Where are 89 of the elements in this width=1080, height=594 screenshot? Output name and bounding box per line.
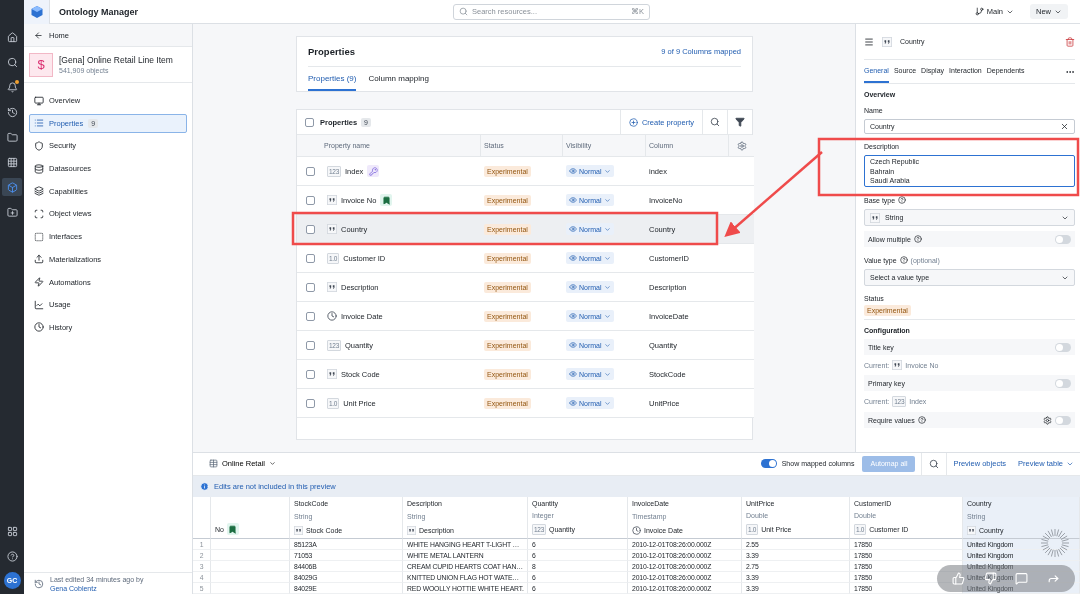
clock-icon	[632, 526, 641, 535]
info-icon	[200, 481, 209, 491]
row-checkbox[interactable]	[306, 369, 315, 379]
app-title: Ontology Manager	[59, 6, 139, 17]
thumbs-up-icon[interactable]	[952, 572, 966, 585]
cube-logo-icon[interactable]	[29, 4, 44, 19]
caret-icon	[603, 254, 611, 262]
row-checkbox[interactable]	[306, 253, 315, 263]
monitor-icon	[34, 95, 44, 106]
shield-icon	[34, 140, 44, 151]
eye-icon	[569, 225, 577, 233]
quote-icon	[327, 369, 337, 379]
delete-icon[interactable]	[1065, 36, 1075, 47]
layers-icon	[34, 186, 44, 197]
plus-icon	[628, 117, 638, 127]
table-icon	[209, 459, 218, 469]
upload-icon	[34, 254, 44, 265]
line-chart-icon	[34, 299, 44, 310]
quote-icon	[892, 360, 903, 370]
row-checkbox[interactable]	[306, 340, 315, 350]
row-checkbox[interactable]	[306, 398, 315, 408]
toggle-switch[interactable]	[1055, 342, 1071, 352]
help-icon[interactable]	[913, 235, 922, 243]
eye-icon	[569, 167, 577, 175]
quote-icon	[327, 224, 337, 234]
caret-icon	[603, 312, 611, 320]
quote-icon	[870, 212, 880, 223]
settings-icon[interactable]	[736, 140, 747, 151]
eye-icon	[569, 312, 577, 320]
toggle-switch[interactable]	[760, 459, 777, 469]
list-icon	[34, 118, 44, 129]
quote-icon	[882, 36, 892, 47]
row-checkbox[interactable]	[306, 224, 315, 234]
page-heading: Properties	[308, 46, 355, 57]
eye-icon	[569, 283, 577, 291]
row-checkbox[interactable]	[306, 311, 315, 321]
comment-icon[interactable]	[1015, 572, 1029, 585]
search-icon	[459, 7, 468, 16]
caret-icon	[603, 399, 611, 407]
caret-icon	[603, 167, 611, 175]
caret-icon	[268, 460, 276, 468]
toggle-switch[interactable]	[1055, 415, 1071, 425]
eye-icon	[569, 196, 577, 204]
object-type-icon: $	[29, 52, 53, 77]
dashed-square-icon	[34, 231, 44, 242]
back-arrow-icon	[34, 30, 43, 40]
eye-icon	[569, 370, 577, 378]
quote-icon	[967, 526, 976, 535]
row-checkbox[interactable]	[306, 282, 315, 292]
quote-icon	[327, 282, 337, 292]
quote-icon	[327, 195, 337, 205]
search-icon	[929, 458, 940, 469]
toggle-switch[interactable]	[1055, 234, 1071, 244]
quote-icon	[407, 526, 416, 535]
help-icon[interactable]	[899, 256, 908, 264]
caret-icon	[603, 370, 611, 378]
eye-icon	[569, 341, 577, 349]
help-icon[interactable]	[898, 196, 907, 204]
database-icon	[34, 163, 44, 174]
search-icon	[710, 117, 720, 127]
cube-icon[interactable]	[2, 178, 22, 196]
clear-icon[interactable]	[1060, 122, 1069, 131]
select-all-checkbox[interactable]	[305, 117, 314, 127]
loading-spinner-icon	[1040, 528, 1070, 558]
settings-icon[interactable]	[1043, 415, 1052, 425]
caret-icon	[603, 225, 611, 233]
filter-icon	[735, 117, 745, 127]
tab[interactable]: Column mapping	[368, 67, 429, 91]
object-name: [Gena] Online Retail Line Item	[59, 55, 173, 65]
scan-icon	[34, 208, 44, 219]
lightning-icon	[34, 277, 44, 287]
eye-icon	[569, 399, 577, 407]
history-icon	[34, 578, 44, 589]
tab[interactable]: Properties (9)	[308, 67, 357, 91]
share-icon[interactable]	[1046, 572, 1060, 585]
clock-icon	[327, 311, 337, 321]
caret-icon	[603, 341, 611, 349]
toggle-switch[interactable]	[1055, 378, 1071, 388]
caret-icon	[603, 283, 611, 291]
row-checkbox[interactable]	[306, 195, 315, 205]
search-button[interactable]	[921, 453, 948, 475]
quote-icon	[294, 526, 303, 535]
help-icon[interactable]	[917, 416, 926, 424]
clock-icon	[34, 322, 44, 333]
caret-icon	[603, 196, 611, 204]
menu-icon[interactable]	[864, 36, 874, 47]
row-checkbox[interactable]	[306, 166, 315, 176]
branch-icon	[974, 7, 984, 16]
eye-icon	[569, 254, 577, 262]
